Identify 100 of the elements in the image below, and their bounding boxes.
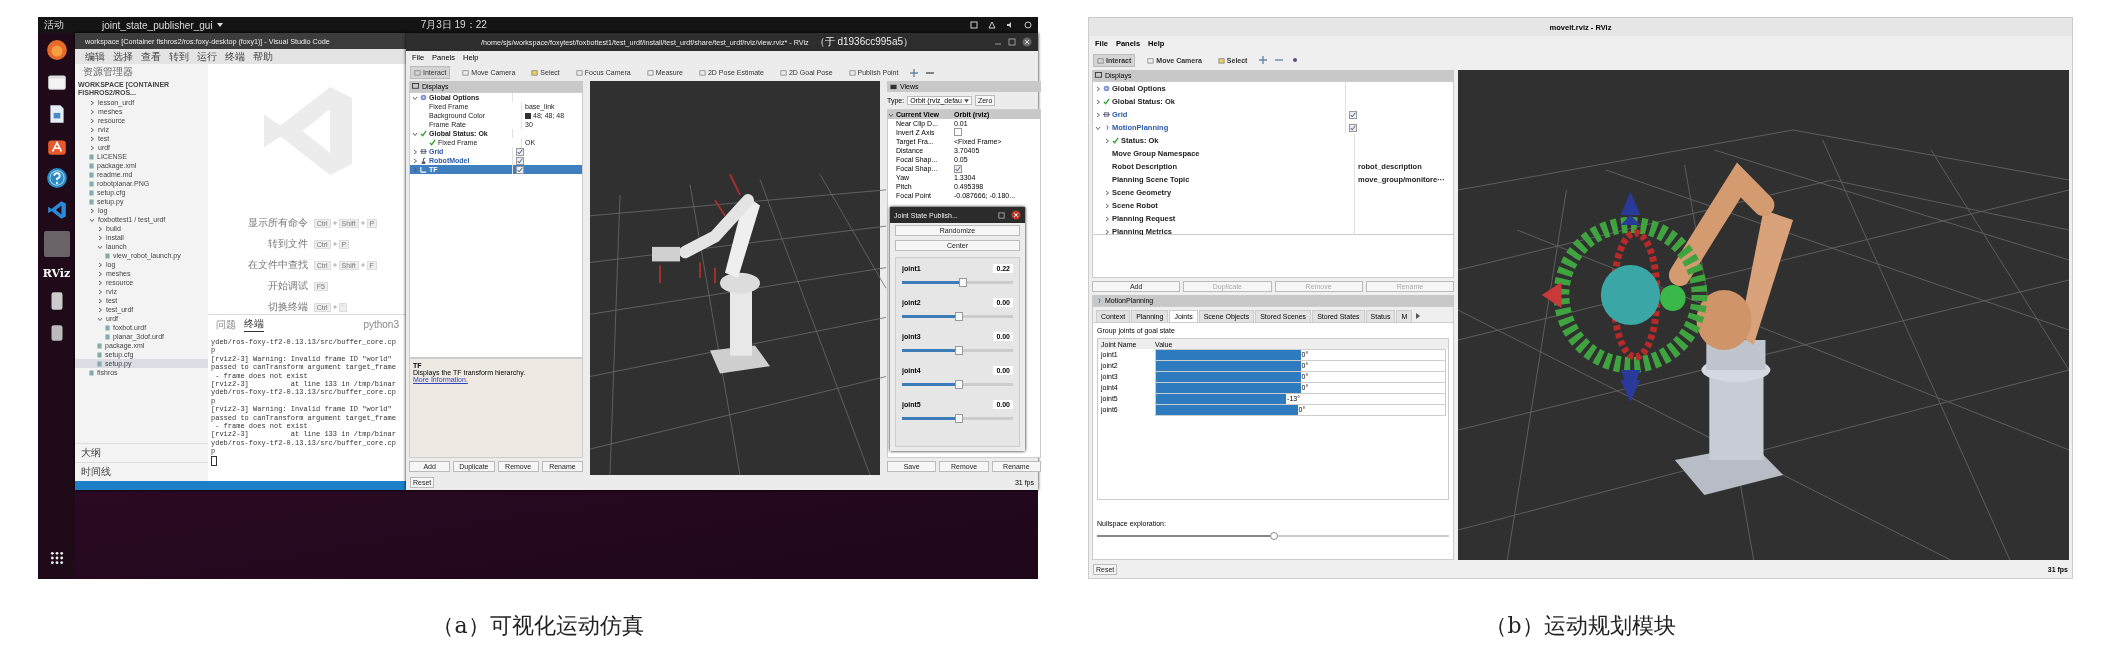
chevron-icon[interactable] xyxy=(1095,111,1101,118)
chevron-icon[interactable] xyxy=(97,279,103,286)
chevron-icon[interactable] xyxy=(89,126,95,133)
joint-slider[interactable] xyxy=(902,417,1013,420)
robot-icon xyxy=(420,157,427,164)
chevron-icon[interactable] xyxy=(97,306,103,313)
monitor-icon xyxy=(1095,72,1102,79)
chevron-icon[interactable] xyxy=(97,270,103,277)
input-method-icon[interactable] xyxy=(970,21,978,29)
point-icon[interactable] xyxy=(1291,56,1300,64)
chevron-icon[interactable] xyxy=(97,315,103,322)
chevron-icon[interactable] xyxy=(89,108,95,115)
close-icon[interactable] xyxy=(1022,37,1032,47)
chevron-icon[interactable] xyxy=(97,243,103,250)
panel-tab[interactable]: 问题 xyxy=(216,317,236,332)
app-menu[interactable]: joint_state_publisher_gui xyxy=(102,19,213,31)
chevron-icon[interactable] xyxy=(89,216,95,223)
joint-slider[interactable] xyxy=(902,349,1013,352)
clock[interactable]: 7月3日 19：22 xyxy=(420,18,487,32)
chevron-icon[interactable] xyxy=(1104,228,1110,235)
caret-icon xyxy=(216,23,223,27)
menu-item[interactable]: 编辑 xyxy=(85,49,105,64)
chevron-icon[interactable] xyxy=(412,94,418,101)
maximize-icon[interactable] xyxy=(1008,38,1016,46)
chevron-icon[interactable] xyxy=(888,111,894,118)
scroll-arrow-icon[interactable] xyxy=(1416,313,1421,319)
shortcut-label: 开始调试 xyxy=(266,279,308,293)
tool-icon xyxy=(1097,56,1104,64)
tool-icon xyxy=(414,69,421,76)
checkbox[interactable] xyxy=(954,128,962,136)
chevron-icon[interactable] xyxy=(412,157,418,164)
apps-grid-icon[interactable] xyxy=(49,551,64,565)
maximize-icon[interactable] xyxy=(998,211,1005,219)
checkbox[interactable] xyxy=(516,165,524,174)
plus-icon xyxy=(360,263,365,267)
slider-handle[interactable] xyxy=(954,380,963,389)
chevron-icon[interactable] xyxy=(89,207,95,214)
help-icon[interactable] xyxy=(45,167,68,189)
menu-item[interactable]: 转到 xyxy=(169,49,189,64)
joint-slider[interactable] xyxy=(902,383,1013,386)
checkbox[interactable] xyxy=(516,156,524,165)
explorer-title: 资源管理器 xyxy=(82,65,134,79)
chevron-icon[interactable] xyxy=(97,261,103,268)
chevron-icon[interactable] xyxy=(1095,124,1101,131)
code-editor-icon[interactable] xyxy=(45,199,68,221)
chevron-icon[interactable] xyxy=(89,99,95,106)
minus-icon[interactable] xyxy=(1275,56,1284,64)
check-icon xyxy=(1103,98,1110,105)
chevron-icon[interactable] xyxy=(412,148,418,155)
menu-item[interactable]: 运行 xyxy=(197,49,217,64)
plus-icon[interactable] xyxy=(910,68,919,77)
outline-section[interactable]: 大纲 xyxy=(75,443,208,462)
slider-handle[interactable] xyxy=(958,278,967,287)
file-icon xyxy=(105,252,110,259)
checkbox[interactable] xyxy=(1349,123,1357,132)
chevron-icon[interactable] xyxy=(412,130,418,137)
tool-icon xyxy=(646,69,654,76)
chevron-icon[interactable] xyxy=(97,288,103,295)
chevron-icon[interactable] xyxy=(89,117,95,124)
plus-icon[interactable] xyxy=(1259,56,1268,64)
menu-item[interactable]: 帮助 xyxy=(253,49,273,64)
power-icon[interactable] xyxy=(1024,21,1032,29)
gear-icon xyxy=(1103,85,1110,92)
chevron-icon[interactable] xyxy=(97,234,103,241)
network-icon[interactable] xyxy=(988,21,996,29)
menu-item[interactable]: 查看 xyxy=(141,49,161,64)
checkbox[interactable] xyxy=(516,147,524,156)
chevron-icon[interactable] xyxy=(97,225,103,232)
speaker-icon[interactable] xyxy=(1006,21,1014,29)
tool-icon xyxy=(1147,56,1155,64)
chevron-icon[interactable] xyxy=(1104,202,1110,209)
chevron-icon[interactable] xyxy=(1104,137,1110,144)
joint-slider[interactable] xyxy=(902,315,1013,318)
chevron-icon[interactable] xyxy=(89,144,95,151)
chevron-icon[interactable] xyxy=(97,297,103,304)
slider-handle[interactable] xyxy=(954,346,963,355)
window-thumbnail[interactable] xyxy=(43,231,70,257)
figure-caption: （a）可视化运动仿真 xyxy=(432,612,644,640)
joint-slider[interactable] xyxy=(902,281,1013,284)
rviz-logo[interactable]: RViz xyxy=(42,267,71,280)
menu-item[interactable]: 选择 xyxy=(113,49,133,64)
panel-tab[interactable]: 终端 xyxy=(244,317,264,332)
plus-icon xyxy=(332,242,337,246)
menu-item[interactable]: 终端 xyxy=(225,49,245,64)
checkbox[interactable] xyxy=(954,164,962,173)
plus-icon xyxy=(332,221,337,225)
close-icon[interactable] xyxy=(1011,210,1021,220)
chevron-icon[interactable] xyxy=(1095,98,1101,105)
chevron-icon[interactable] xyxy=(1095,85,1101,92)
chevron-icon[interactable] xyxy=(1104,189,1110,196)
browser-icon[interactable] xyxy=(45,39,68,61)
checkbox[interactable] xyxy=(1349,110,1357,119)
shortcut-label: 转到文件 xyxy=(266,237,308,251)
slider-handle[interactable] xyxy=(1270,532,1278,540)
chevron-icon[interactable] xyxy=(89,135,95,142)
slider-handle[interactable] xyxy=(954,414,963,423)
chevron-icon[interactable] xyxy=(1104,215,1110,222)
terminal-selector[interactable]: python3 xyxy=(363,319,399,330)
slider-handle[interactable] xyxy=(954,312,963,321)
activities-button[interactable]: 活动 xyxy=(44,18,64,32)
